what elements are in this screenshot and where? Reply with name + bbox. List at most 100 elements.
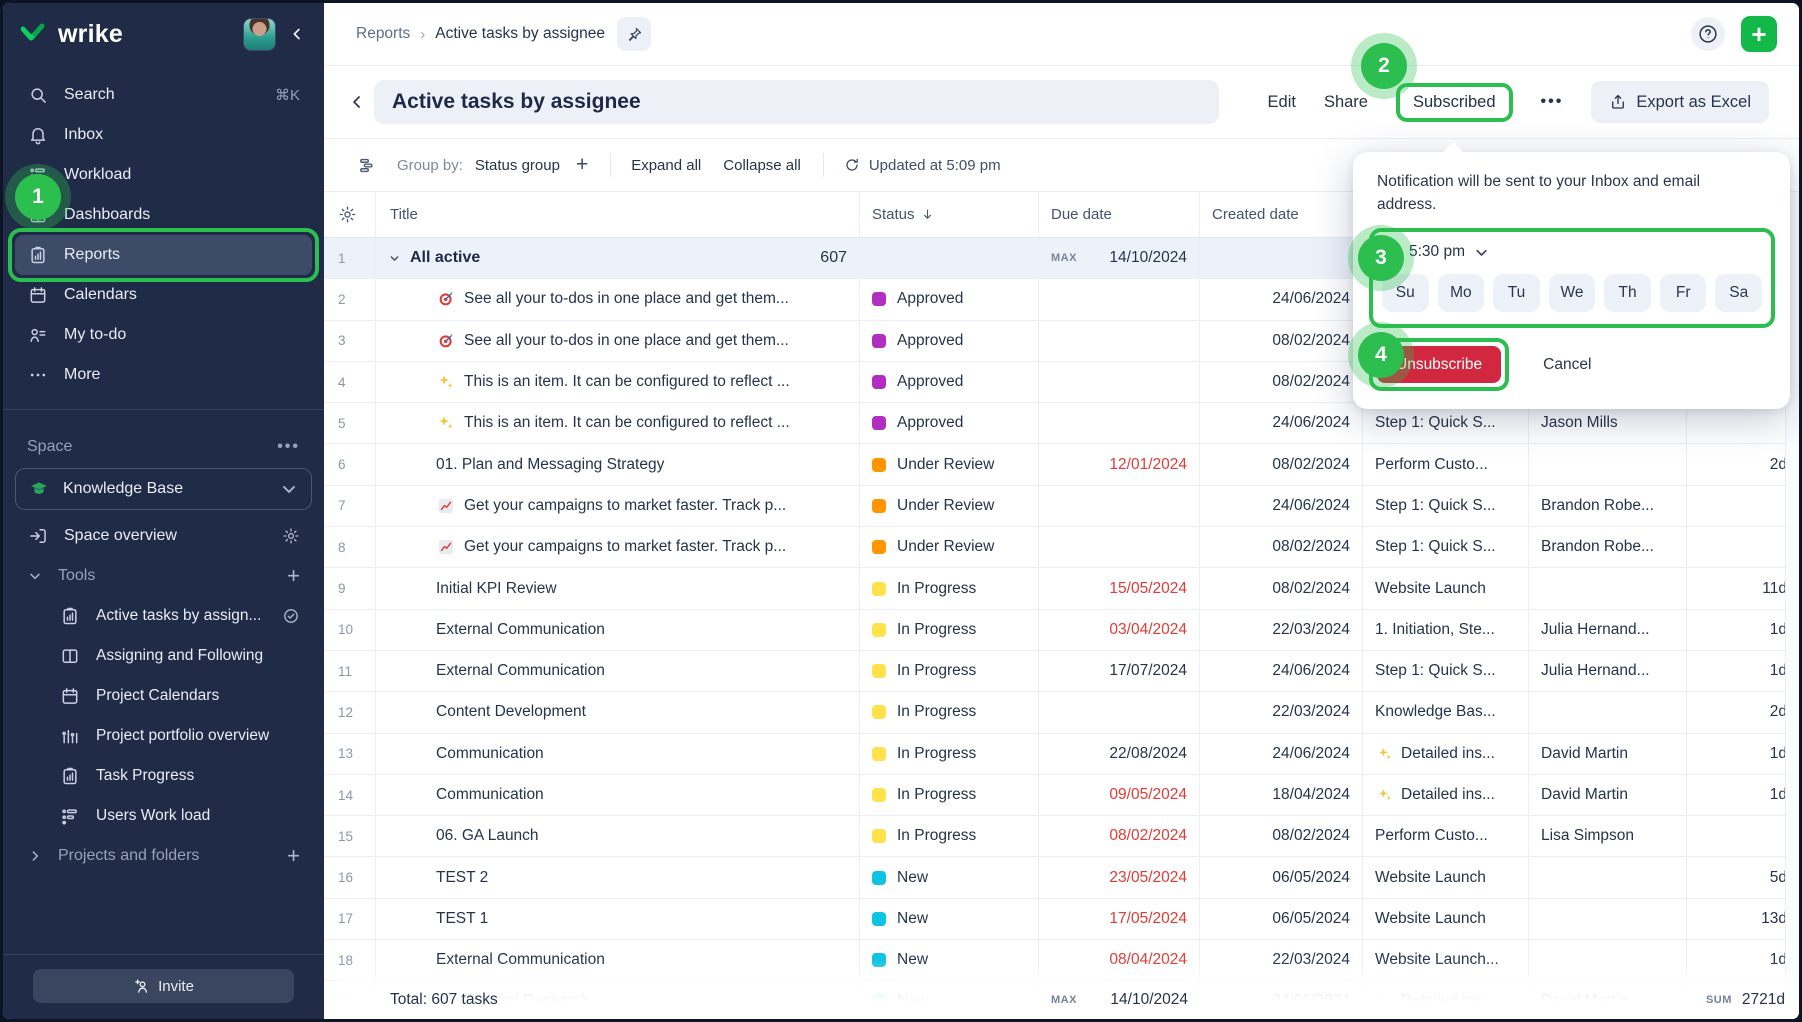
title-cell[interactable]: 01. Plan and Messaging Strategy bbox=[376, 444, 860, 484]
status-cell[interactable]: In Progress bbox=[860, 816, 1039, 856]
status-cell[interactable]: Under Review bbox=[860, 444, 1039, 484]
day-button-sa[interactable]: Sa bbox=[1715, 274, 1762, 312]
subscribed-button[interactable]: Subscribed bbox=[1396, 83, 1513, 122]
refresh-status[interactable]: Updated at 5:09 pm bbox=[844, 157, 1001, 174]
sidebar-item-projects-and-folders[interactable]: Projects and folders + bbox=[15, 836, 312, 876]
day-button-tu[interactable]: Tu bbox=[1493, 274, 1540, 312]
notification-time-selector[interactable]: 5:30 pm bbox=[1382, 241, 1762, 261]
sidebar-tool-assigning[interactable]: Assigning and Following bbox=[15, 636, 312, 676]
status-cell[interactable]: In Progress bbox=[860, 734, 1039, 774]
edit-button[interactable]: Edit bbox=[1268, 93, 1296, 112]
user-avatar[interactable] bbox=[243, 18, 276, 51]
sidebar-tool-project-calendars[interactable]: Project Calendars bbox=[15, 676, 312, 716]
title-cell[interactable]: See all your to-dos in one place and get… bbox=[376, 279, 860, 319]
task-row[interactable]: 13CommunicationIn Progress22/08/202424/0… bbox=[324, 734, 1799, 775]
status-cell[interactable]: Approved bbox=[860, 403, 1039, 443]
title-cell[interactable]: Get your campaigns to market faster. Tra… bbox=[376, 527, 860, 567]
task-row[interactable]: 10External CommunicationIn Progress03/04… bbox=[324, 610, 1799, 651]
title-cell[interactable]: Communication bbox=[376, 775, 860, 815]
title-cell[interactable]: Content Development bbox=[376, 692, 860, 732]
column-header-title[interactable]: Title bbox=[376, 192, 860, 237]
sidebar-item-search[interactable]: Search⌘K bbox=[15, 75, 312, 115]
status-cell[interactable]: In Progress bbox=[860, 610, 1039, 650]
sidebar-tool-task-progress[interactable]: Task Progress bbox=[15, 756, 312, 796]
invite-button[interactable]: Invite bbox=[33, 969, 294, 1003]
collapse-group-icon[interactable] bbox=[388, 252, 401, 265]
sidebar-item-my-todo[interactable]: My to-do bbox=[15, 315, 312, 355]
title-cell[interactable]: External Communication bbox=[376, 610, 860, 650]
share-button[interactable]: Share bbox=[1324, 93, 1368, 112]
back-button[interactable] bbox=[340, 80, 374, 124]
sidebar-tool-active-tasks[interactable]: Active tasks by assign... bbox=[15, 596, 312, 636]
group-title-cell[interactable]: All active607 bbox=[376, 238, 860, 278]
task-row[interactable]: 7Get your campaigns to market faster. Tr… bbox=[324, 486, 1799, 527]
collapse-sidebar-icon[interactable] bbox=[288, 25, 306, 43]
space-more-icon[interactable]: ••• bbox=[277, 438, 300, 456]
status-cell[interactable]: New bbox=[860, 857, 1039, 897]
expand-all-button[interactable]: Expand all bbox=[631, 157, 701, 174]
sidebar-item-tools[interactable]: Tools + bbox=[15, 556, 312, 596]
table-settings-cell[interactable] bbox=[324, 192, 376, 237]
column-header-due-date[interactable]: Due date bbox=[1039, 192, 1200, 237]
task-row[interactable]: 14CommunicationIn Progress09/05/202418/0… bbox=[324, 775, 1799, 816]
status-cell[interactable]: In Progress bbox=[860, 775, 1039, 815]
sidebar-item-inbox[interactable]: Inbox bbox=[15, 115, 312, 155]
sidebar-item-more[interactable]: More bbox=[15, 355, 312, 395]
sidebar-item-calendars[interactable]: Calendars bbox=[15, 275, 312, 315]
group-by-value[interactable]: Status group bbox=[475, 157, 560, 174]
day-button-su[interactable]: Su bbox=[1382, 274, 1429, 312]
status-cell[interactable]: Approved bbox=[860, 362, 1039, 402]
status-cell[interactable]: Under Review bbox=[860, 527, 1039, 567]
task-row[interactable]: 17TEST 1New17/05/202406/05/2024Website L… bbox=[324, 899, 1799, 940]
day-button-we[interactable]: We bbox=[1549, 274, 1596, 312]
task-row[interactable]: 601. Plan and Messaging StrategyUnder Re… bbox=[324, 444, 1799, 485]
gear-icon[interactable] bbox=[282, 527, 300, 545]
space-selector[interactable]: Knowledge Base bbox=[15, 468, 312, 510]
add-tool-icon[interactable]: + bbox=[287, 563, 300, 589]
title-cell[interactable]: TEST 1 bbox=[376, 899, 860, 939]
task-row[interactable]: 5This is an item. It can be configured t… bbox=[324, 403, 1799, 444]
task-row[interactable]: 12Content DevelopmentIn Progress22/03/20… bbox=[324, 692, 1799, 733]
status-cell[interactable]: Under Review bbox=[860, 486, 1039, 526]
task-row[interactable]: 9Initial KPI ReviewIn Progress15/05/2024… bbox=[324, 568, 1799, 609]
task-row[interactable]: 1506. GA LaunchIn Progress08/02/202408/0… bbox=[324, 816, 1799, 857]
help-button[interactable] bbox=[1691, 17, 1725, 51]
breadcrumb-reports-link[interactable]: Reports bbox=[356, 25, 410, 43]
status-cell[interactable]: In Progress bbox=[860, 568, 1039, 608]
pin-button[interactable] bbox=[617, 17, 651, 51]
sidebar-item-space-overview[interactable]: Space overview bbox=[15, 516, 312, 556]
title-cell[interactable]: TEST 2 bbox=[376, 857, 860, 897]
column-header-status[interactable]: Status bbox=[860, 192, 1039, 237]
cancel-button[interactable]: Cancel bbox=[1543, 356, 1591, 374]
sidebar-tool-portfolio[interactable]: Project portfolio overview bbox=[15, 716, 312, 756]
title-cell[interactable]: Initial KPI Review bbox=[376, 568, 860, 608]
status-cell[interactable]: New bbox=[860, 899, 1039, 939]
title-cell[interactable]: This is an item. It can be configured to… bbox=[376, 403, 860, 443]
collapse-all-button[interactable]: Collapse all bbox=[723, 157, 801, 174]
day-button-th[interactable]: Th bbox=[1604, 274, 1651, 312]
task-row[interactable]: 16TEST 2New23/05/202406/05/2024Website L… bbox=[324, 857, 1799, 898]
column-header-created-date[interactable]: Created date bbox=[1200, 192, 1363, 237]
title-cell[interactable]: See all your to-dos in one place and get… bbox=[376, 321, 860, 361]
report-title-input[interactable]: Active tasks by assignee bbox=[374, 80, 1219, 124]
day-button-fr[interactable]: Fr bbox=[1660, 274, 1707, 312]
status-cell[interactable]: In Progress bbox=[860, 692, 1039, 732]
title-cell[interactable]: 06. GA Launch bbox=[376, 816, 860, 856]
title-cell[interactable]: Communication bbox=[376, 734, 860, 774]
status-cell[interactable]: In Progress bbox=[860, 651, 1039, 691]
status-cell[interactable]: New bbox=[860, 940, 1039, 980]
status-cell[interactable]: Approved bbox=[860, 279, 1039, 319]
task-row[interactable]: 18External CommunicationNew08/04/202422/… bbox=[324, 940, 1799, 981]
status-cell[interactable]: Approved bbox=[860, 321, 1039, 361]
title-cell[interactable]: External Communication bbox=[376, 651, 860, 691]
task-row[interactable]: 8Get your campaigns to market faster. Tr… bbox=[324, 527, 1799, 568]
title-cell[interactable]: Get your campaigns to market faster. Tra… bbox=[376, 486, 860, 526]
sidebar-tool-users-workload[interactable]: Users Work load bbox=[15, 796, 312, 836]
create-new-button[interactable]: + bbox=[1741, 16, 1777, 52]
export-excel-button[interactable]: Export as Excel bbox=[1591, 81, 1769, 123]
add-grouping-button[interactable]: + bbox=[576, 153, 588, 177]
more-actions-button[interactable]: ••• bbox=[1541, 93, 1564, 111]
task-row[interactable]: 11External CommunicationIn Progress17/07… bbox=[324, 651, 1799, 692]
day-button-mo[interactable]: Mo bbox=[1438, 274, 1485, 312]
add-project-icon[interactable]: + bbox=[287, 843, 300, 869]
